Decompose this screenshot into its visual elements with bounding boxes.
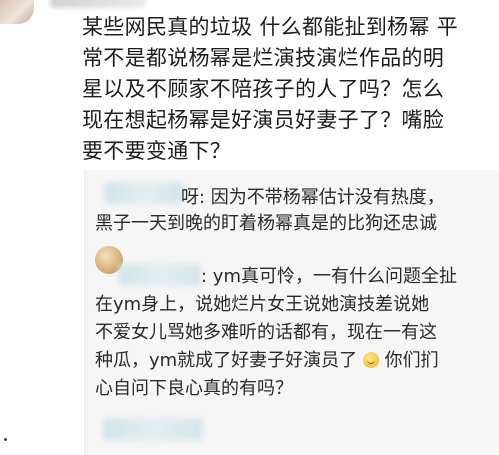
reply-line: 呀: 因为不带杨幂估计没有热度， [181,187,445,208]
reply-thread: 呀: 因为不带杨幂估计没有热度， 黑子一天到晚的盯着杨幂真是的比狗还忠诚 : y… [84,170,499,455]
reply-line: : ym真可怜，一有什么问题全扯 [201,266,457,287]
reply-line-text: 种瓜，ym就成了好妻子好演员了 [95,350,358,371]
blurred-footer-username [103,418,203,440]
blurred-reply-username [119,264,201,286]
main-comment-line: 某些网民真的垃圾 什么都能扯到杨幂 平 [82,15,459,39]
reply-line-with-emoji: 种瓜，ym就成了好妻子好演员了 你们扪 [95,348,439,374]
reply-line-text: 你们扪 [384,350,439,371]
comment-page: 某些网民真的垃圾 什么都能扯到杨幂 平 常不是都说杨幂是烂演技演烂作品的明 星以… [0,0,499,455]
blurred-username [50,0,146,8]
main-comment-line: 要不要变通下？ [82,139,232,163]
smile-emoji-icon [362,352,379,368]
user-avatar[interactable] [0,0,34,24]
main-comment-line: 现在想起杨幂是好演员好妻子了？嘴脸 [82,108,445,132]
reply-line: 不爱女儿骂她多难听的话都有，现在一有这 [95,322,437,343]
reply-line: 心自问下良心真的有吗？ [95,378,293,399]
reply-line: 在ym身上，说她烂片女王说她演技差说她 [95,294,430,315]
main-comment: 某些网民真的垃圾 什么都能扯到杨幂 平 常不是都说杨幂是烂演技演烂作品的明 星以… [82,12,492,167]
blurred-reply-username [105,182,183,204]
main-comment-line: 星以及不顾家不陪孩子的人了吗？怎么 [82,77,445,101]
scroll-dot [4,438,7,441]
reply-line: 黑子一天到晚的盯着杨幂真是的比狗还忠诚 [95,213,437,234]
main-comment-line: 常不是都说杨幂是烂演技演烂作品的明 [82,46,445,70]
